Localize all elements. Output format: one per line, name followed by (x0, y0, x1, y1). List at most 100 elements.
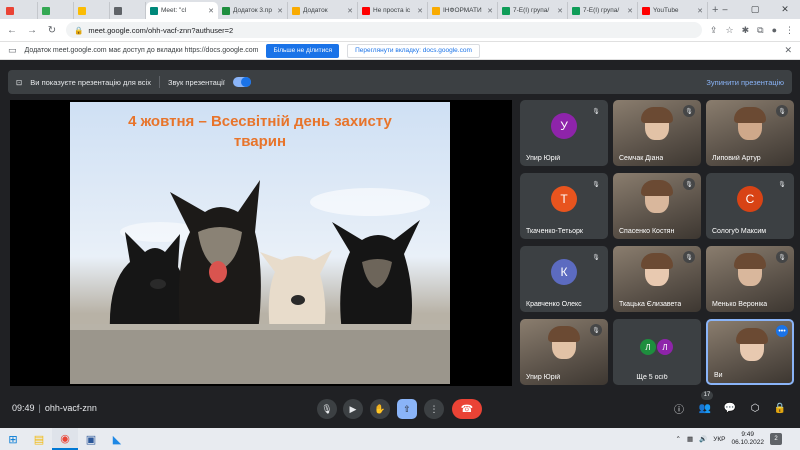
tab-close-icon[interactable]: ✕ (277, 7, 283, 15)
back-icon[interactable]: ← (6, 25, 18, 36)
save-disk-icon[interactable]: ▣ (78, 428, 104, 450)
volume-icon[interactable]: 🔊 (699, 435, 707, 443)
browser-tab[interactable]: Meet: "cl ✕ (146, 2, 218, 19)
participant-video (548, 326, 580, 359)
tab-close-icon[interactable]: ✕ (208, 7, 214, 15)
mic-off-icon: 🎙 (590, 178, 602, 190)
reload-icon[interactable]: ↻ (46, 25, 58, 36)
close-window-icon[interactable]: ✕ (770, 0, 800, 19)
participant-tile[interactable]: Т 🎙 Ткаченко-Тетьорк (520, 173, 608, 239)
activities-icon[interactable]: ⬡ (747, 400, 763, 416)
tray-time: 9:49 (741, 431, 755, 438)
browser-tab[interactable] (110, 2, 146, 19)
chrome-icon[interactable]: ◉ (52, 428, 78, 450)
browser-tab-strip: Meet: "cl ✕ Додаток 3.пр ✕ Додаток ✕ Не проста… (0, 0, 800, 19)
maximize-icon[interactable]: ▢ (740, 0, 770, 19)
participant-name: Семчак Діана (619, 155, 664, 162)
browser-tab[interactable] (74, 2, 110, 19)
tab-label: 7-Е(І) група/ (583, 7, 620, 14)
camera-button[interactable]: ▶ (343, 399, 363, 419)
mic-off-icon: 🎙 (776, 105, 788, 117)
browser-tab[interactable] (2, 2, 38, 19)
tab-close-icon[interactable]: ✕ (417, 7, 423, 15)
participant-tile[interactable]: У 🎙 Упир Юрій (520, 100, 608, 166)
file-explorer-icon[interactable]: ▤ (26, 428, 52, 450)
participant-tile[interactable]: 🎙 Упир Юрій (520, 319, 608, 385)
host-controls-icon[interactable]: 🔒 (772, 400, 788, 416)
participant-tile[interactable]: 🎙 Ткацька Єлизавета (613, 246, 701, 312)
participant-name: Менько Вероніка (712, 301, 768, 308)
browser-tab[interactable]: Не проста іс ✕ (358, 2, 428, 19)
forward-icon[interactable]: → (26, 25, 38, 36)
participant-tile[interactable]: 🎙 Спасенко Костян (613, 173, 701, 239)
participant-name: Ще 5 осіб (636, 374, 668, 381)
profile-avatar-icon[interactable]: ● (772, 25, 777, 35)
present-button[interactable]: ⇧ (397, 399, 417, 419)
participant-tile[interactable]: Л Л Ще 5 осіб (613, 319, 701, 385)
app-icon[interactable]: ◣ (104, 428, 130, 450)
info-icon[interactable]: ⓘ (671, 400, 687, 416)
menu-kebab-icon[interactable]: ⋮ (785, 25, 794, 36)
browser-tab[interactable]: YouTube ✕ (638, 2, 708, 19)
tab-close-icon[interactable]: ✕ (347, 7, 353, 15)
tab-favicon-icon (502, 6, 510, 15)
tab-close-icon[interactable]: ✕ (487, 7, 493, 15)
presentation-bar: ⊡ Ви показуєте презентацію для всіх Звук… (8, 70, 792, 94)
presenting-label: Ви показуєте презентацію для всіх (30, 77, 151, 87)
notifications-icon[interactable]: 2 (770, 433, 782, 445)
bookmark-star-icon[interactable]: ☆ (726, 25, 734, 36)
tab-favicon-icon (222, 6, 230, 15)
switch-to-tab-button[interactable]: Переглянути вкладку: docs.google.com (347, 43, 480, 58)
participant-avatar: К (551, 259, 577, 285)
stop-presenting-button[interactable]: Зупинити презентацію (706, 78, 784, 87)
tab-favicon-icon (642, 6, 650, 15)
extensions-puzzle-icon[interactable]: ⧉ (757, 25, 763, 36)
participant-tile[interactable]: С 🎙 Сологуб Максим (706, 173, 794, 239)
leave-call-button[interactable]: ☎ (452, 399, 482, 419)
tray-clock[interactable]: 9:49 06.10.2022 (731, 431, 764, 447)
chat-icon[interactable]: 💬 (722, 400, 738, 416)
dogs-photo (70, 180, 450, 384)
tile-more-options-icon[interactable]: ••• (776, 325, 788, 337)
camera-icon: ▶ (349, 403, 357, 414)
tab-label: Meet: "cl (161, 7, 187, 14)
browser-tab[interactable]: 7-Е(І) група/ ✕ (568, 2, 638, 19)
minimize-icon[interactable]: – (710, 0, 740, 19)
tray-chevron-icon[interactable]: ⌃ (675, 435, 680, 443)
stop-sharing-button[interactable]: Більше не ділитися (266, 43, 340, 58)
participant-video (641, 253, 673, 286)
participant-name: Ткаченко-Тетьорк (526, 228, 583, 235)
participant-tile[interactable]: 🎙 Липовий Артур (706, 100, 794, 166)
participant-tile-self[interactable]: ••• Ви (706, 319, 794, 385)
notification-count: 2 (774, 436, 778, 442)
more-options-button[interactable]: ⋮ (424, 399, 444, 419)
extension-icon[interactable]: ✱ (742, 25, 750, 36)
participant-name: Упир Юрій (526, 374, 561, 381)
browser-tab[interactable]: Додаток ✕ (288, 2, 358, 19)
network-icon[interactable]: ▦ (687, 435, 693, 443)
window-controls: – ▢ ✕ (710, 0, 800, 19)
close-icon[interactable]: ✕ (784, 45, 792, 56)
tab-favicon-icon (6, 6, 14, 15)
participant-tile[interactable]: К 🎙 Кравченко Олекс (520, 246, 608, 312)
share-icon[interactable]: ⇪ (710, 25, 718, 36)
meeting-info: 09:49 | ohh-vacf-znn (12, 403, 97, 413)
browser-tab[interactable]: ІНФОРМАТИ ✕ (428, 2, 498, 19)
tab-close-icon[interactable]: ✕ (627, 7, 633, 15)
mic-off-icon: 🎙 (683, 251, 695, 263)
windows-start-icon[interactable]: ⊞ (0, 428, 26, 450)
browser-tab[interactable] (38, 2, 74, 19)
microphone-button[interactable]: 🎙 (317, 399, 337, 419)
browser-tab[interactable]: 7-Е(І) група/ ✕ (498, 2, 568, 19)
tab-close-icon[interactable]: ✕ (697, 7, 703, 15)
raise-hand-button[interactable]: ✋ (370, 399, 390, 419)
participant-tile[interactable]: 🎙 Семчак Діана (613, 100, 701, 166)
people-icon[interactable]: 👥 (697, 400, 713, 416)
browser-tab[interactable]: Додаток 3.пр ✕ (218, 2, 288, 19)
address-bar[interactable]: 🔒 meet.google.com/ohh-vacf-znn?authuser=… (66, 22, 702, 38)
participant-tile[interactable]: 🎙 Менько Вероніка (706, 246, 794, 312)
tab-favicon-icon (572, 6, 580, 15)
tab-close-icon[interactable]: ✕ (557, 7, 563, 15)
keyboard-language[interactable]: УКР (713, 436, 725, 443)
presentation-audio-toggle[interactable] (232, 77, 251, 87)
